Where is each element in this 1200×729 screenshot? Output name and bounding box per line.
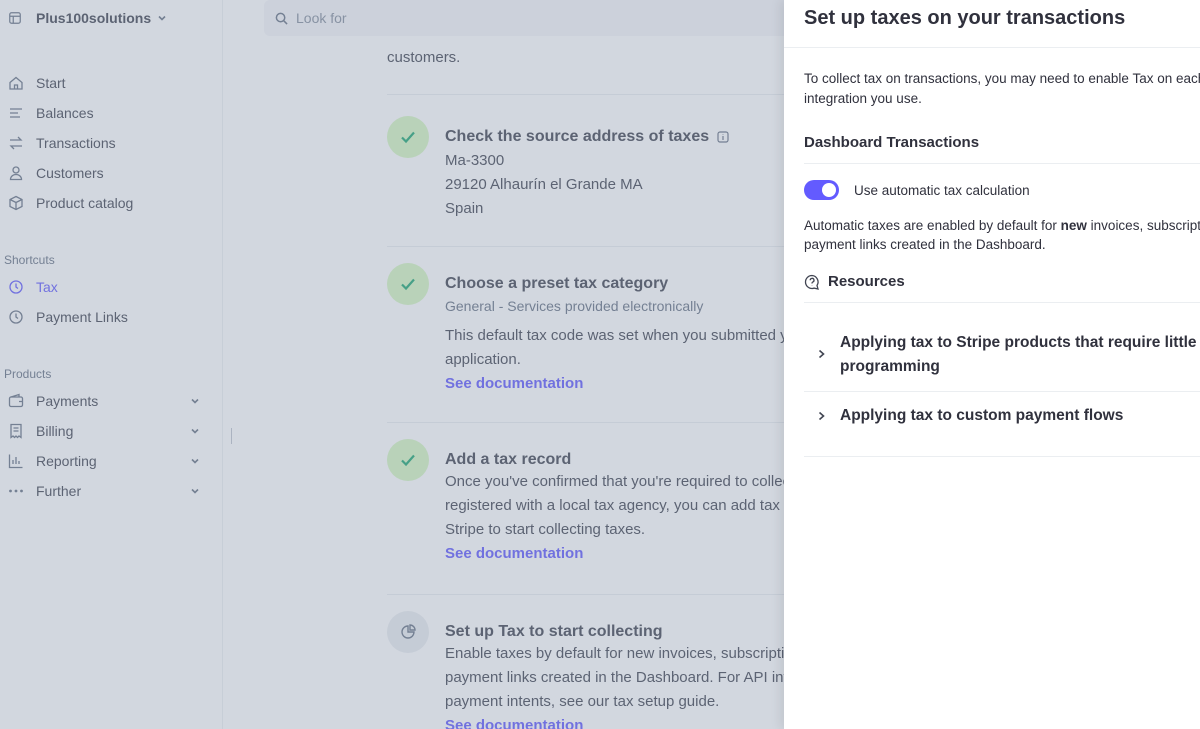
drawer-intro: To collect tax on transactions, you may … xyxy=(804,71,1200,106)
tax-setup-drawer: Set up taxes on your transactions To col… xyxy=(784,0,1200,729)
drawer-title: Set up taxes on your transactions xyxy=(804,7,1126,29)
resources-heading: Resources xyxy=(804,273,905,290)
modal-backdrop[interactable] xyxy=(0,0,784,729)
chevron-right-icon xyxy=(818,349,825,359)
question-icon xyxy=(804,274,819,290)
desc-prefix: Automatic taxes are enabled by default f… xyxy=(804,218,1061,233)
toggle-label: Use automatic tax calculation xyxy=(854,182,1030,198)
chevron-right-icon xyxy=(818,411,825,421)
resource-label: Applying tax to custom payment flows xyxy=(840,407,1124,424)
resource-label: Applying tax to Stripe products that req… xyxy=(840,334,1197,375)
automatic-tax-description: Automatic taxes are enabled by default f… xyxy=(804,216,1200,254)
resources-title: Resources xyxy=(828,273,905,290)
automatic-tax-toggle-row: Use automatic tax calculation xyxy=(804,180,1030,200)
toggle-knob xyxy=(822,183,836,197)
divider xyxy=(804,163,1200,164)
divider xyxy=(804,456,1200,457)
divider xyxy=(804,302,1200,303)
divider xyxy=(804,391,1200,392)
desc-bold: new xyxy=(1060,218,1087,233)
divider xyxy=(784,47,1200,48)
section-title: Dashboard Transactions xyxy=(804,134,980,151)
automatic-tax-toggle[interactable] xyxy=(804,180,839,200)
